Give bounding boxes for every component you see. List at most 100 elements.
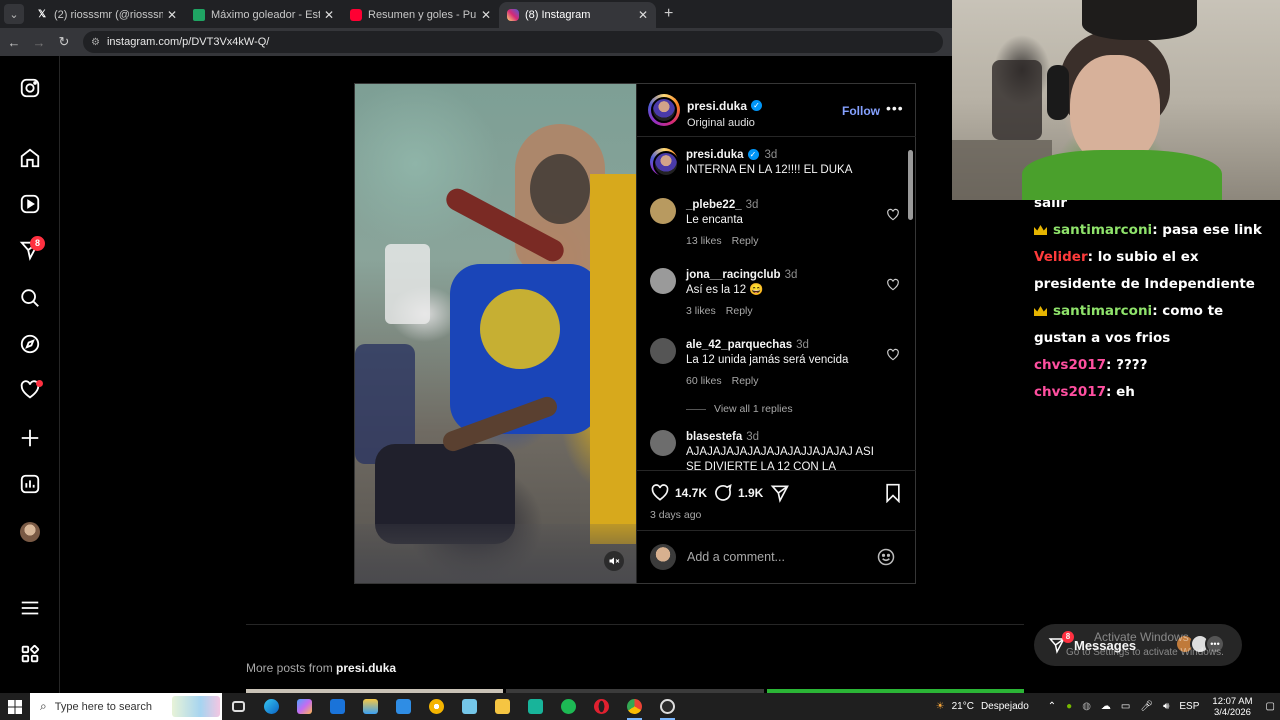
close-tab-icon[interactable]: ✕ bbox=[324, 8, 334, 22]
search-icon[interactable] bbox=[18, 286, 42, 310]
edge-icon[interactable] bbox=[255, 693, 288, 720]
notepad-icon[interactable] bbox=[453, 693, 486, 720]
more-options-icon[interactable]: ••• bbox=[886, 100, 904, 116]
store-icon[interactable] bbox=[354, 693, 387, 720]
author-avatar[interactable] bbox=[650, 148, 679, 177]
opera-icon[interactable] bbox=[585, 693, 618, 720]
forward-arrow-icon[interactable]: → bbox=[28, 35, 50, 50]
browser-tab-youtube[interactable]: Resumen y goles - Pumas vs Ti ✕ bbox=[342, 2, 499, 28]
chevron-up-icon[interactable]: ⌃ bbox=[1048, 701, 1056, 712]
language-indicator[interactable]: ESP bbox=[1179, 701, 1199, 712]
share-button[interactable] bbox=[770, 483, 790, 503]
start-button[interactable] bbox=[0, 699, 30, 714]
browser-tab-x[interactable]: 𝕏 (2) riosssmr (@riosssmr) / X ✕ bbox=[28, 2, 185, 28]
share-icon bbox=[770, 485, 789, 503]
comment-likes[interactable]: 3 likes bbox=[686, 305, 716, 317]
weather-temp[interactable]: 21°C bbox=[952, 701, 974, 712]
commenter-avatar[interactable] bbox=[650, 338, 676, 364]
volume-icon[interactable]: 🔊︎ bbox=[1163, 701, 1169, 712]
weather-description[interactable]: Despejado bbox=[981, 701, 1029, 712]
clock[interactable]: 12:07 AM 3/4/2026 bbox=[1212, 696, 1252, 718]
comment-count: 1.9K bbox=[738, 486, 764, 500]
reply-button[interactable]: Reply bbox=[732, 375, 759, 387]
mute-icon[interactable] bbox=[604, 551, 624, 571]
onedrive-icon[interactable]: ☁ bbox=[1101, 701, 1111, 712]
comment-button[interactable]: 1.9K bbox=[713, 483, 763, 503]
comment-input[interactable]: Add a comment... bbox=[687, 550, 785, 564]
url-bar[interactable]: ⚙ instagram.com/p/DVT3Vx4kW-Q/ bbox=[83, 31, 943, 53]
tab-search-dropdown[interactable]: ⌄ bbox=[4, 4, 24, 24]
author-username[interactable]: presi.duka bbox=[687, 99, 747, 113]
chrome-canary-icon[interactable] bbox=[420, 693, 453, 720]
close-tab-icon[interactable]: ✕ bbox=[638, 8, 648, 22]
follow-button[interactable]: Follow bbox=[842, 104, 880, 118]
menu-icon[interactable] bbox=[18, 596, 42, 620]
taskbar-search-placeholder: Type here to search bbox=[54, 700, 152, 713]
tray-app-icon[interactable]: ◍ bbox=[1082, 701, 1091, 712]
comment-likes[interactable]: 13 likes bbox=[686, 235, 722, 247]
comment-time: 3d bbox=[784, 269, 798, 281]
comment-username[interactable]: ale_42_parquechas bbox=[686, 339, 792, 351]
microphone-icon[interactable]: 🎤︎ bbox=[1140, 701, 1153, 712]
comment-username[interactable]: _plebe22_ bbox=[686, 199, 742, 211]
comment-username[interactable]: jona__racingclub bbox=[686, 269, 781, 281]
dashboard-icon[interactable] bbox=[18, 472, 42, 496]
posted-time[interactable]: 3 days ago bbox=[650, 509, 701, 521]
task-view-icon[interactable] bbox=[222, 693, 255, 720]
save-button[interactable] bbox=[884, 483, 902, 503]
close-tab-icon[interactable]: ✕ bbox=[481, 8, 491, 22]
more-posts-user[interactable]: presi.duka bbox=[336, 661, 396, 675]
spotify-icon[interactable] bbox=[552, 693, 585, 720]
author-avatar[interactable] bbox=[648, 94, 680, 126]
weather-icon[interactable]: ☀ bbox=[936, 701, 945, 712]
reels-icon[interactable] bbox=[18, 192, 42, 216]
profile-avatar[interactable] bbox=[20, 522, 40, 542]
notification-center-icon[interactable]: ▢ bbox=[1266, 701, 1275, 712]
apps-grid-icon[interactable] bbox=[18, 642, 42, 666]
like-button[interactable]: 14.7K bbox=[650, 483, 707, 503]
like-comment-icon[interactable] bbox=[886, 278, 900, 292]
view-replies-button[interactable]: View all 1 replies bbox=[686, 403, 793, 415]
post-video[interactable] bbox=[355, 84, 636, 583]
outlook-icon[interactable] bbox=[321, 693, 354, 720]
like-comment-icon[interactable] bbox=[886, 348, 900, 362]
comment-username[interactable]: blasestefa bbox=[686, 431, 742, 443]
watermark-title: Activate Windows bbox=[1094, 630, 1189, 644]
post-actions: 14.7K 1.9K 3 days ago bbox=[637, 470, 916, 530]
chrome-icon[interactable] bbox=[618, 693, 651, 720]
obs-icon[interactable] bbox=[651, 693, 684, 720]
audio-label[interactable]: Original audio bbox=[687, 117, 762, 129]
commenter-avatar[interactable] bbox=[650, 268, 676, 294]
app-icon[interactable] bbox=[519, 693, 552, 720]
like-comment-icon[interactable] bbox=[886, 208, 900, 222]
browser-tab-instagram[interactable]: (8) Instagram ✕ bbox=[499, 2, 656, 28]
instagram-logo-icon[interactable] bbox=[18, 76, 42, 100]
vscode-icon[interactable] bbox=[387, 693, 420, 720]
network-icon[interactable]: ▭ bbox=[1121, 701, 1130, 712]
back-arrow-icon[interactable]: ← bbox=[3, 35, 25, 50]
like-count[interactable]: 14.7K bbox=[675, 486, 707, 500]
comments-scrollbar[interactable] bbox=[907, 140, 915, 470]
commenter-avatar[interactable] bbox=[650, 198, 676, 224]
taskbar-search[interactable]: ⌕ Type here to search bbox=[30, 693, 222, 720]
home-icon[interactable] bbox=[18, 146, 42, 170]
x-logo-icon: 𝕏 bbox=[37, 9, 47, 20]
emoji-icon[interactable] bbox=[876, 547, 896, 567]
reload-icon[interactable]: ↻ bbox=[53, 34, 75, 50]
comment-likes[interactable]: 60 likes bbox=[686, 375, 722, 387]
browser-tab-sheets[interactable]: Máximo goleador - Estadísticas ✕ bbox=[185, 2, 342, 28]
commenter-avatar[interactable] bbox=[650, 430, 676, 456]
file-explorer-icon[interactable] bbox=[486, 693, 519, 720]
new-tab-icon[interactable]: + bbox=[664, 5, 673, 23]
create-plus-icon[interactable] bbox=[18, 426, 42, 450]
copilot-icon[interactable] bbox=[288, 693, 321, 720]
reply-button[interactable]: Reply bbox=[726, 305, 753, 317]
windows-logo-icon bbox=[8, 699, 22, 714]
site-info-icon[interactable]: ⚙ bbox=[91, 37, 100, 48]
reply-button[interactable]: Reply bbox=[732, 235, 759, 247]
chat-text: salir bbox=[1034, 200, 1068, 211]
close-tab-icon[interactable]: ✕ bbox=[167, 8, 177, 22]
caption-username[interactable]: presi.duka bbox=[686, 149, 744, 161]
nvidia-icon[interactable]: ● bbox=[1066, 701, 1072, 712]
explore-icon[interactable] bbox=[18, 332, 42, 356]
